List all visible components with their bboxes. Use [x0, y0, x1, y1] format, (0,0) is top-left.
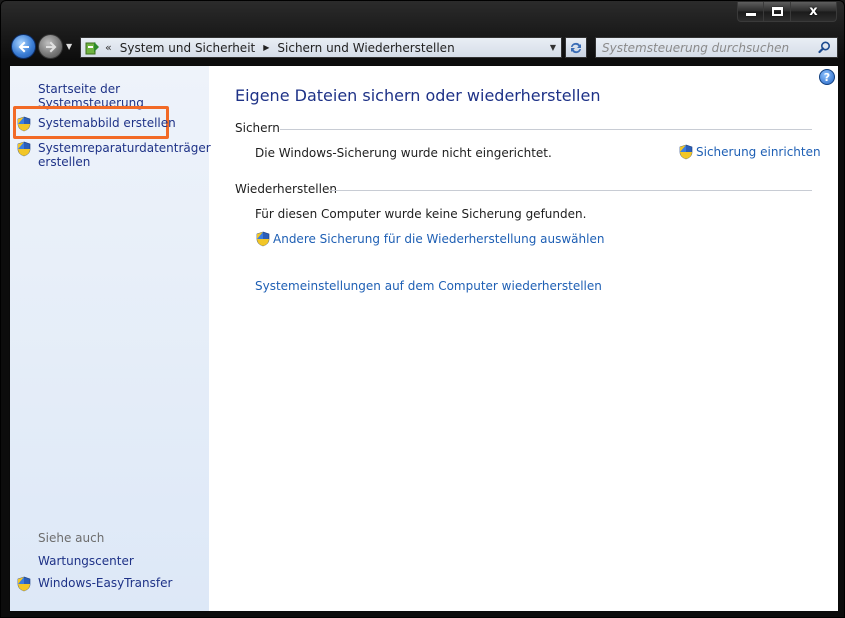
- address-bar[interactable]: « System und Sicherheit ▶ Sichern und Wi…: [80, 37, 562, 58]
- backup-section-heading: Sichern: [235, 121, 280, 135]
- restore-system-settings-label: Systemeinstellungen auf dem Computer wie…: [255, 279, 602, 293]
- arrow-right-icon: [45, 41, 56, 52]
- content-area: Startseite der Systemsteuerung Systemabb…: [9, 65, 839, 612]
- restore-section-heading: Wiederherstellen: [235, 182, 337, 196]
- shield-icon: [17, 576, 31, 592]
- search-icon[interactable]: [818, 41, 831, 54]
- maximize-button[interactable]: [764, 2, 791, 22]
- backup-divider: [280, 129, 812, 130]
- address-overflow-chevron[interactable]: «: [105, 41, 112, 54]
- maximize-icon: [771, 7, 783, 16]
- shield-icon: [256, 231, 270, 247]
- task-pane: Startseite der Systemsteuerung Systemabb…: [10, 66, 211, 611]
- restore-system-settings-link[interactable]: Systemeinstellungen auf dem Computer wie…: [255, 279, 602, 293]
- maintenance-center-link[interactable]: Wartungscenter: [38, 554, 134, 568]
- forward-button[interactable]: [38, 34, 63, 59]
- breadcrumb-backup-restore[interactable]: Sichern und Wiederherstellen: [277, 41, 454, 55]
- see-also-heading: Siehe auch: [38, 531, 105, 545]
- setup-backup-label: Sicherung einrichten: [696, 145, 821, 159]
- back-button[interactable]: [11, 34, 36, 59]
- refresh-button[interactable]: [565, 37, 587, 58]
- sidebar-item-label: Systemabbild erstellen: [38, 116, 176, 130]
- shield-icon: [679, 144, 693, 160]
- arrow-left-icon: [18, 41, 29, 52]
- close-button[interactable]: x: [791, 2, 837, 22]
- sidebar-item-easy-transfer[interactable]: Windows-EasyTransfer: [16, 576, 172, 592]
- setup-backup-link[interactable]: Sicherung einrichten: [678, 144, 821, 160]
- restore-divider: [329, 190, 812, 191]
- minimize-icon: [745, 13, 756, 16]
- sidebar-item-create-repair-disc[interactable]: Systemreparaturdatenträger erstellen: [16, 141, 211, 169]
- breadcrumb-system-security[interactable]: System und Sicherheit: [120, 41, 256, 55]
- search-input[interactable]: [602, 40, 812, 55]
- control-panel-icon: [85, 41, 99, 54]
- breadcrumb-separator-icon[interactable]: ▶: [263, 43, 269, 52]
- caption-buttons: x: [737, 2, 837, 22]
- navigation-buttons: ▼: [11, 34, 72, 59]
- select-other-backup-link[interactable]: Andere Sicherung für die Wiederherstellu…: [255, 231, 604, 247]
- select-other-backup-label: Andere Sicherung für die Wiederherstellu…: [273, 232, 605, 246]
- refresh-icon: [571, 42, 581, 53]
- control-panel-window: x ▼ « System und Sicherheit ▶ Sichern un…: [0, 0, 845, 618]
- help-icon[interactable]: ?: [819, 69, 835, 85]
- recent-pages-dropdown-icon[interactable]: ▼: [66, 42, 72, 51]
- backup-status-text: Die Windows-Sicherung wurde nicht einger…: [255, 146, 552, 160]
- shield-icon: [17, 116, 31, 132]
- search-box: [595, 37, 838, 58]
- address-dropdown-icon[interactable]: ▼: [550, 43, 556, 52]
- page-title: Eigene Dateien sichern oder wiederherste…: [235, 86, 601, 105]
- minimize-button[interactable]: [737, 2, 764, 22]
- shield-icon: [17, 141, 31, 157]
- close-icon: x: [809, 4, 818, 19]
- sidebar-item-label: Windows-EasyTransfer: [38, 576, 173, 590]
- sidebar-item-label: Systemreparaturdatenträger erstellen: [38, 141, 211, 169]
- restore-status-text: Für diesen Computer wurde keine Sicherun…: [255, 207, 587, 221]
- sidebar-item-create-system-image[interactable]: Systemabbild erstellen: [16, 116, 176, 132]
